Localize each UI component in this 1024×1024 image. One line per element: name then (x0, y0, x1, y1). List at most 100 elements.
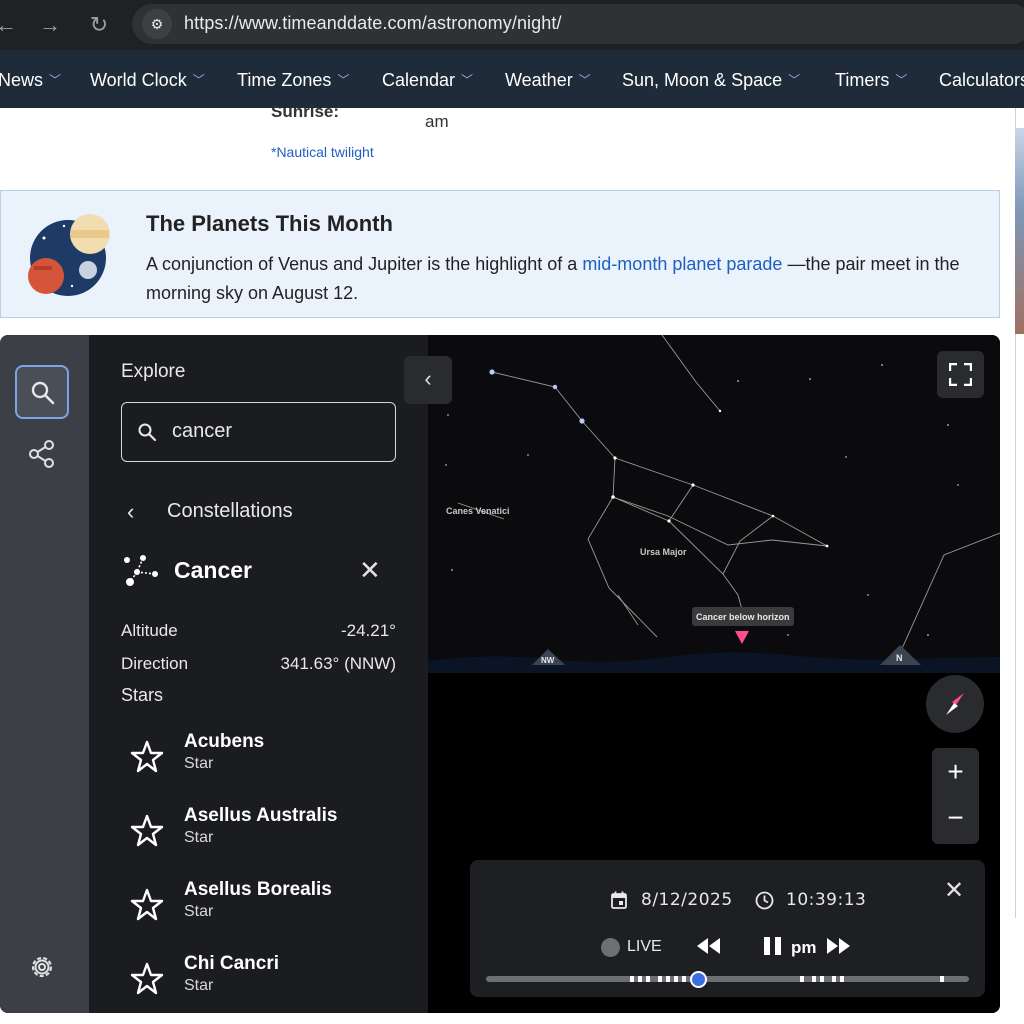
object-name: Cancer (174, 557, 252, 583)
nav-item-world-clock[interactable]: World Clock ﹀ (90, 70, 205, 91)
fullscreen-button[interactable] (937, 351, 984, 398)
date-field[interactable]: 8/12/2025 (641, 890, 733, 910)
planet-parade-link[interactable]: mid-month planet parade (582, 254, 782, 274)
clock-icon (755, 891, 774, 910)
category-back-link[interactable]: Constellations (167, 500, 293, 523)
live-indicator-icon (601, 938, 620, 957)
nw-label: NW (541, 656, 555, 665)
nav-item-time-zones[interactable]: Time Zones ﹀ (237, 70, 349, 91)
compass-icon (946, 693, 964, 715)
close-icon[interactable]: ✕ (359, 555, 381, 586)
cancer-tooltip: Cancer below horizon (696, 612, 790, 622)
site-navigation: News ﹀ World Clock ﹀ Time Zones ﹀ Calendar ﹀… (0, 50, 1024, 108)
list-item[interactable]: Asellus Borealis Star (129, 879, 409, 935)
list-item[interactable]: Asellus Australis Star (129, 805, 409, 861)
nav-item-label: World Clock (90, 70, 187, 90)
gear-icon[interactable] (27, 952, 57, 982)
timeline-handle[interactable] (690, 971, 708, 988)
collapse-panel-button[interactable]: ‹ (404, 356, 452, 404)
back-chevron-icon[interactable]: ‹ (127, 499, 134, 525)
chevron-down-icon: ﹀ (461, 73, 474, 87)
star-icon (130, 888, 164, 921)
time-control-panel: 8/12/2025 10:39:13 ✕ LIVE pm (470, 860, 985, 997)
nautical-twilight-link[interactable]: *Nautical twilight (271, 144, 374, 160)
sunrise-value: am (425, 112, 449, 131)
rewind-icon[interactable] (695, 934, 723, 958)
zoom-in-button[interactable]: + (932, 752, 979, 792)
planets-illustration-icon (28, 214, 110, 296)
constellation-icon (124, 555, 158, 586)
chevron-down-icon: ﹀ (788, 73, 801, 87)
star-name: Asellus Australis (184, 805, 338, 826)
close-icon[interactable]: ✕ (944, 876, 964, 905)
search-icon (31, 381, 55, 405)
ursa-major-label: Ursa Major (640, 547, 687, 557)
chevron-down-icon: ﹀ (49, 73, 62, 87)
search-field[interactable] (121, 402, 396, 462)
canes-venatici-label: Canes Venatici (446, 506, 510, 516)
chevron-down-icon: ﹀ (578, 73, 591, 87)
nav-item-weather[interactable]: Weather ﹀ (505, 70, 591, 91)
nav-item-label: Weather (505, 70, 573, 90)
planets-description: A conjunction of Venus and Jupiter is th… (146, 250, 986, 308)
nav-item-label: Sun, Moon & Space (622, 70, 783, 90)
nav-item-label: Calculators (939, 70, 1024, 90)
nav-item-label: News (0, 70, 44, 90)
direction-label: Direction (121, 654, 189, 673)
time-field[interactable]: 10:39:13 (786, 890, 866, 910)
night-sky-viewer: Explore ‹ Constellations Cancer ✕ Altitu… (0, 335, 1000, 1013)
url-text[interactable]: https://www.timeanddate.com/astronomy/ni… (184, 13, 562, 34)
chevron-down-icon: ﹀ (192, 73, 205, 87)
star-type: Star (184, 977, 214, 994)
list-item[interactable]: Chi Cancri Star (129, 953, 409, 1009)
explore-panel: Explore ‹ Constellations Cancer ✕ Altitu… (89, 335, 428, 1013)
list-item[interactable]: Acubens Star (129, 731, 409, 787)
search-icon (138, 423, 157, 442)
fast-forward-icon[interactable] (824, 934, 852, 958)
browser-toolbar: ← → ↻ ⚙ https://www.timeanddate.com/astr… (0, 0, 1024, 50)
zoom-controls: + − (932, 748, 979, 844)
altitude-label: Altitude (121, 621, 178, 640)
pause-icon[interactable] (762, 934, 784, 958)
star-type: Star (184, 755, 214, 772)
reload-icon[interactable]: ↻ (83, 9, 115, 41)
planets-text-before: A conjunction of Venus and Jupiter is th… (146, 254, 583, 274)
live-button[interactable]: LIVE (627, 938, 662, 956)
chevron-down-icon: ﹀ (337, 73, 350, 87)
share-icon[interactable] (27, 439, 57, 469)
nav-item-calendar[interactable]: Calendar ﹀ (382, 70, 473, 91)
nav-item-news[interactable]: News ﹀ (0, 70, 61, 91)
nav-item-label: Timers (835, 70, 890, 90)
compass-button[interactable] (926, 675, 984, 733)
star-name: Asellus Borealis (184, 879, 332, 900)
star-icon (130, 962, 164, 995)
timeline-slider[interactable] (486, 975, 969, 983)
zoom-out-button[interactable]: − (932, 798, 979, 838)
star-type: Star (184, 903, 214, 920)
chevron-down-icon: ﹀ (895, 73, 908, 87)
sunrise-label: Sunrise: (271, 102, 340, 121)
altitude-value: -24.21° (340, 621, 396, 640)
star-icon (130, 814, 164, 847)
ad-image (1015, 128, 1024, 334)
forward-arrow-icon[interactable]: → (34, 9, 66, 41)
star-icon (130, 740, 164, 773)
fullscreen-icon (949, 363, 972, 386)
direction-value: 341.63° (NNW) (280, 654, 396, 673)
site-info-icon[interactable]: ⚙ (142, 9, 172, 39)
am-pm-toggle[interactable]: pm (791, 938, 817, 958)
nav-item-timers[interactable]: Timers ﹀ (835, 70, 907, 91)
stars-heading: Stars (121, 685, 164, 705)
nav-item-label: Time Zones (237, 70, 332, 90)
search-tool-button[interactable] (15, 365, 69, 419)
calendar-icon (611, 891, 627, 909)
nav-item-calculators[interactable]: Calculators (939, 70, 1024, 91)
star-type: Star (184, 829, 214, 846)
back-arrow-icon[interactable]: ← (0, 9, 22, 41)
nav-item-label: Calendar (382, 70, 456, 90)
search-input[interactable] (172, 420, 382, 443)
star-name: Acubens (184, 731, 265, 752)
tool-rail (0, 335, 89, 1013)
nav-item-sun-moon-space[interactable]: Sun, Moon & Space ﹀ (622, 70, 800, 91)
star-name: Chi Cancri (184, 953, 280, 974)
